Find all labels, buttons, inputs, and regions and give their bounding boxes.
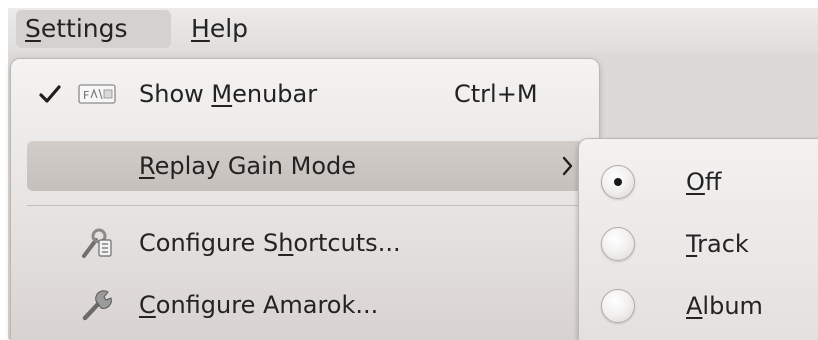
- option-track-label: Track: [686, 213, 749, 275]
- wrench-icon: [77, 280, 117, 330]
- menu-separator: [27, 205, 583, 206]
- menu-item-configure-amarok[interactable]: Configure Amarok...: [27, 280, 583, 330]
- menubar: Settings Help: [8, 8, 818, 52]
- radio-album[interactable]: [601, 289, 635, 323]
- replay-gain-mnemonic: R: [139, 152, 155, 180]
- replay-gain-submenu: Off Track Album: [578, 138, 818, 340]
- submenu-arrow-icon: [561, 141, 575, 210]
- menu-settings-label: ettings: [40, 14, 128, 43]
- menu-item-replay-gain-mode[interactable]: Replay Gain Mode: [27, 141, 583, 191]
- configure-amarok-mnemonic: C: [139, 291, 156, 319]
- replay-gain-option-album[interactable]: Album: [579, 275, 818, 337]
- option-track-label-rest: rack: [697, 230, 749, 258]
- option-off-mnemonic: O: [686, 168, 705, 196]
- configure-shortcuts-label-post: ortcuts...: [293, 229, 401, 257]
- radio-off[interactable]: [601, 165, 635, 199]
- menu-item-show-menubar[interactable]: F Show Menubar Ctrl+M: [27, 69, 583, 119]
- menu-settings[interactable]: Settings: [16, 10, 171, 48]
- svg-text:F: F: [83, 89, 89, 102]
- show-menubar-mnemonic: M: [211, 80, 233, 108]
- configure-amarok-label: Configure Amarok...: [139, 280, 378, 330]
- option-album-mnemonic: A: [686, 292, 703, 320]
- replay-gain-option-track[interactable]: Track: [579, 213, 818, 275]
- menu-help-mnemonic: H: [191, 14, 210, 43]
- menu-help-label: elp: [209, 14, 249, 43]
- radio-selected-dot: [614, 178, 622, 186]
- replay-gain-label: Replay Gain Mode: [139, 141, 356, 191]
- menu-help[interactable]: Help: [182, 10, 272, 48]
- configure-shortcuts-icon: [77, 218, 117, 268]
- replay-gain-option-off[interactable]: Off: [579, 151, 818, 213]
- checkmark-icon: [33, 69, 67, 119]
- show-menubar-label-pre: Show: [139, 80, 212, 108]
- configure-amarok-label-post: onfigure Amarok...: [155, 291, 379, 319]
- menu-item-configure-shortcuts[interactable]: Configure Shortcuts...: [27, 218, 583, 268]
- configure-shortcuts-label: Configure Shortcuts...: [139, 218, 401, 268]
- option-off-label-rest: ff: [704, 168, 722, 196]
- radio-track[interactable]: [601, 227, 635, 261]
- configure-shortcuts-label-pre: Configure S: [139, 229, 279, 257]
- option-album-label-rest: lbum: [702, 292, 763, 320]
- configure-shortcuts-mnemonic: h: [278, 229, 294, 257]
- show-menubar-label: Show Menubar: [139, 69, 317, 119]
- menu-settings-mnemonic: S: [25, 14, 41, 43]
- show-menubar-shortcut: Ctrl+M: [454, 80, 538, 108]
- option-album-label: Album: [686, 275, 763, 337]
- settings-menu: F Show Menubar Ctrl+M Replay Gain Mode C…: [10, 58, 600, 340]
- show-menubar-label-post: enubar: [232, 80, 318, 108]
- replay-gain-label-post: eplay Gain Mode: [154, 152, 357, 180]
- option-track-mnemonic: T: [686, 230, 698, 258]
- option-off-label: Off: [686, 151, 721, 213]
- menubar-icon: F: [77, 69, 117, 119]
